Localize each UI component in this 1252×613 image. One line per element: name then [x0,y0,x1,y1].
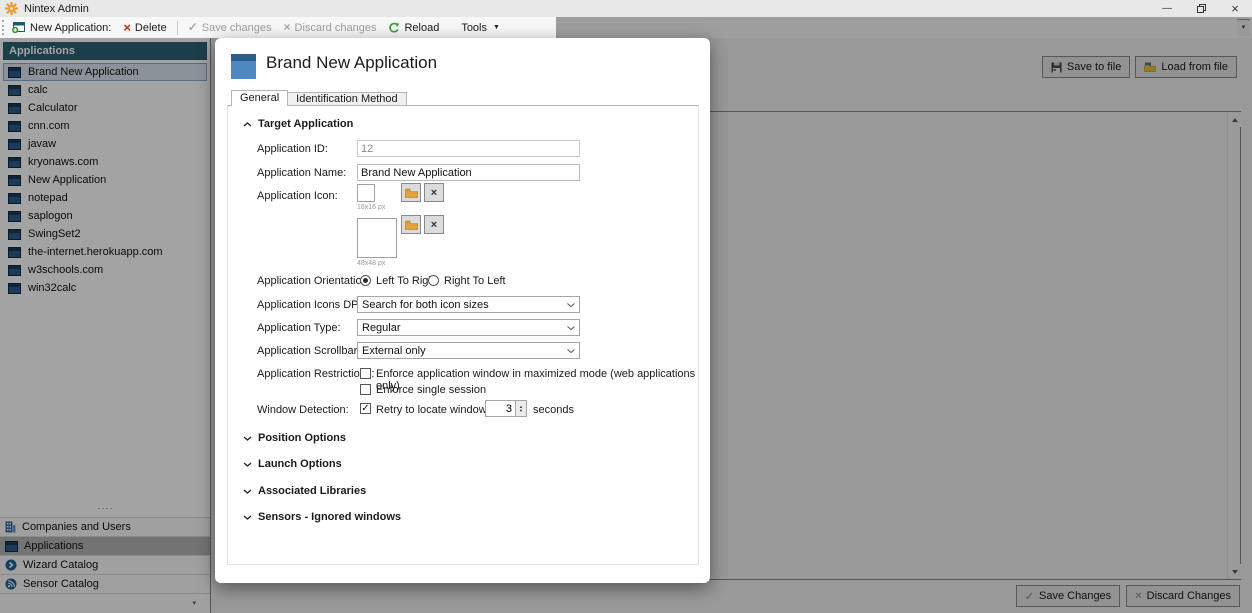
nintex-admin-window: Nintex Admin — × New Application: [0,0,1252,613]
section-associated-libraries[interactable]: Associated Libraries [243,485,366,497]
browse-icon-small-button[interactable] [401,183,421,202]
selected-value: Regular [362,322,401,334]
x-icon: × [431,187,437,199]
reload-button[interactable]: Reload [382,17,445,38]
new-application-icon [11,22,26,34]
delete-x-icon: × [123,22,131,33]
toolbar-separator [177,21,178,35]
browse-icon-large-button[interactable] [401,215,421,234]
folder-icon [405,188,418,198]
application-orientation-label: Application Orientation: [257,275,371,287]
discard-x-icon: × [284,22,291,33]
chevron-down-icon [567,303,575,307]
application-type-label: Application Type: [257,322,341,334]
icon-preview-large[interactable] [357,218,397,258]
radio-right-to-left[interactable] [428,275,439,286]
section-label: Launch Options [258,458,342,470]
application-name-label: Application Name: [257,167,346,179]
spinner-down-icon[interactable]: ▼ [519,409,523,413]
save-changes-label: Save changes [202,22,272,34]
tools-menu-button[interactable]: Tools ▼ [455,17,506,38]
minimize-button[interactable]: — [1150,0,1184,17]
application-icon-label: Application Icon: [257,190,338,202]
radio-right-to-left-label: Right To Left [444,275,506,287]
window-title: Nintex Admin [24,3,89,15]
x-icon: × [431,219,437,231]
clear-icon-small-button[interactable]: × [424,183,444,202]
section-label: Target Application [258,118,353,130]
checkbox-maximized-mode[interactable] [360,368,371,379]
section-label: Sensors - Ignored windows [258,511,401,523]
section-target-application[interactable]: Target Application [243,118,353,130]
application-restrictions-label: Application Restrictions: [257,368,374,380]
reload-icon [388,22,400,34]
dialog-title: Brand New Application [266,53,437,73]
tab-general[interactable]: General [231,90,288,106]
expand-chevron-icon [243,462,252,467]
icon-large-caption: 48x48 px [357,260,385,267]
application-type-select[interactable]: Regular [357,319,580,336]
delete-button[interactable]: × Delete [117,17,172,38]
application-icons-dpi-select[interactable]: Search for both icon sizes [357,296,580,313]
window-detection-label: Window Detection: [257,404,349,416]
application-window-icon [231,54,256,79]
check-icon: ✓ [361,403,369,414]
icon-small-caption: 16x16 px [357,204,385,211]
delete-label: Delete [135,22,167,34]
dialog-tabs: General Identification Method [231,90,407,106]
checkbox-retry-locate-window-label: Retry to locate window for [376,404,503,416]
section-launch-options[interactable]: Launch Options [243,458,342,470]
section-label: Associated Libraries [258,485,366,497]
restore-button[interactable] [1184,0,1218,17]
restore-icon [1197,4,1206,13]
application-id-field[interactable] [357,140,580,157]
discard-changes-label: Discard changes [295,22,377,34]
expand-chevron-icon [243,489,252,494]
application-id-label: Application ID: [257,143,328,155]
checkbox-single-session-label: Enforce single session [376,384,486,396]
tools-label: Tools [461,22,487,34]
title-bar: Nintex Admin — × [0,0,1252,17]
folder-icon [405,220,418,230]
checkbox-single-session[interactable] [360,384,371,395]
retry-seconds-field[interactable] [485,400,516,417]
check-icon: ✓ [188,22,198,33]
retry-seconds-stepper[interactable]: ▲ ▼ [515,400,527,417]
new-application-label: New Application: [30,22,111,34]
new-application-button[interactable]: New Application: [5,17,117,38]
tab-identification-method[interactable]: Identification Method [288,92,407,106]
selected-value: Search for both icon sizes [362,299,489,311]
close-button[interactable]: × [1218,0,1252,17]
section-sensors-ignored-windows[interactable]: Sensors - Ignored windows [243,511,401,523]
discard-changes-toolbar-button[interactable]: × Discard changes [278,17,383,38]
checkbox-retry-locate-window[interactable]: ✓ [360,403,371,414]
tools-dropdown-icon: ▼ [493,24,500,31]
radio-left-to-right[interactable] [360,275,371,286]
application-scrollbars-label: Application Scrollbars: [257,345,366,357]
section-position-options[interactable]: Position Options [243,432,346,444]
selected-value: External only [362,345,426,357]
section-label: Position Options [258,432,346,444]
collapse-chevron-icon [243,122,252,127]
chevron-down-icon [567,326,575,330]
application-scrollbars-select[interactable]: External only [357,342,580,359]
application-dialog: Brand New Application General Identifica… [215,38,710,583]
modal-overlay-toolbar [556,17,1252,38]
icon-preview-small[interactable] [357,184,375,202]
clear-icon-large-button[interactable]: × [424,215,444,234]
expand-chevron-icon [243,436,252,441]
nintex-gear-icon [5,2,18,15]
application-name-field[interactable] [357,164,580,181]
seconds-suffix-label: seconds [533,404,574,416]
expand-chevron-icon [243,515,252,520]
application-icons-dpi-label: Application Icons DPI: [257,299,365,311]
save-changes-toolbar-button[interactable]: ✓ Save changes [182,17,278,38]
chevron-down-icon [567,349,575,353]
reload-label: Reload [404,22,439,34]
